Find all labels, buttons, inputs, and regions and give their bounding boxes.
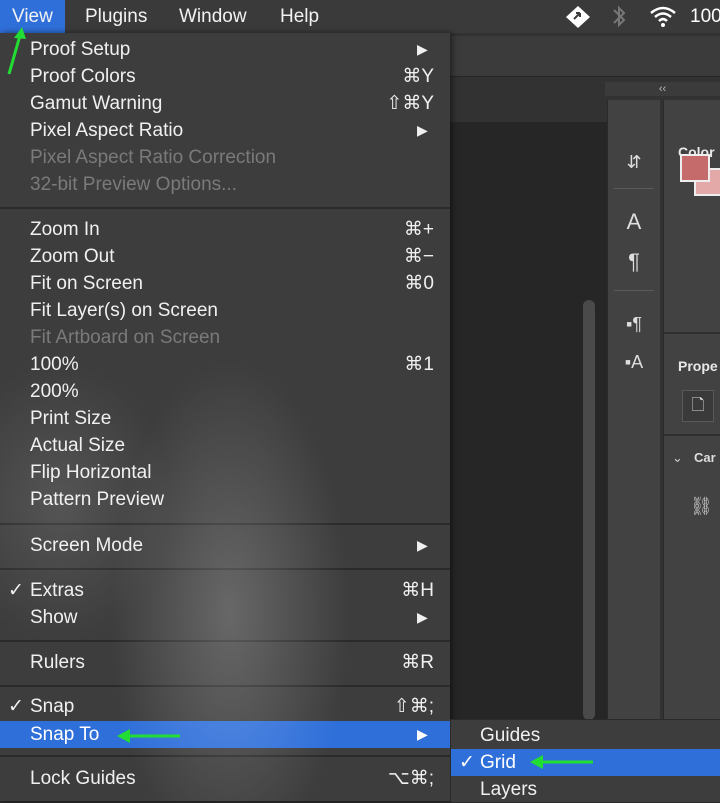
- menu-separator: [0, 685, 450, 687]
- menu-item-pattern-preview[interactable]: Pattern Preview: [0, 486, 450, 513]
- panel-icon-strip: ⇵ A ¶ ▪¶ ▪A: [607, 100, 660, 768]
- menu-bar: View Plugins Window Help 100: [0, 0, 720, 34]
- document-icon[interactable]: 🗋: [682, 390, 714, 422]
- divider: [614, 188, 654, 189]
- collapse-panels-button[interactable]: ‹‹: [605, 82, 720, 96]
- menu-item-pixel-aspect-ratio-correction: Pixel Aspect Ratio Correction: [30, 147, 277, 168]
- menu-item-100-percent[interactable]: 100% ⌘1: [0, 351, 450, 378]
- menu-item-lock-guides[interactable]: Lock Guides ⌥⌘;: [0, 765, 450, 792]
- menu-item-proof-setup[interactable]: Proof Setup ▶: [0, 36, 450, 63]
- menu-separator: [0, 755, 450, 757]
- menu-item-extras[interactable]: ✓ Extras ⌘H: [0, 577, 450, 604]
- menu-help[interactable]: Help: [268, 0, 331, 33]
- checkmark-icon: ✓: [8, 696, 24, 717]
- menu-item-print-size[interactable]: Print Size: [0, 405, 450, 432]
- document-tab-bar[interactable]: [430, 36, 720, 77]
- menu-separator: [0, 207, 450, 209]
- menu-separator: [0, 640, 450, 642]
- menu-item-snap-to[interactable]: Snap To ▶: [0, 721, 450, 748]
- link-icon[interactable]: ⛓: [690, 496, 713, 517]
- menu-item-zoom-out[interactable]: Zoom Out ⌘−: [0, 243, 450, 270]
- canvas-section-label: Car: [694, 450, 716, 465]
- menu-item-fit-layers-on-screen[interactable]: Fit Layer(s) on Screen: [0, 297, 450, 324]
- checkmark-icon: ✓: [8, 580, 24, 601]
- menu-separator: [0, 568, 450, 570]
- right-panels: Color Prope 🗋 ⌄ Car ⛓: [663, 100, 720, 768]
- bluetooth-icon[interactable]: [610, 0, 628, 33]
- menu-item-rulers[interactable]: Rulers ⌘R: [0, 649, 450, 676]
- menu-item-show[interactable]: Show ▶: [0, 604, 450, 631]
- menu-window[interactable]: Window: [167, 0, 259, 33]
- submenu-item-guides[interactable]: Guides: [451, 722, 720, 749]
- menu-plugins[interactable]: Plugins: [73, 0, 159, 33]
- character-styles-icon[interactable]: ▪A: [620, 348, 648, 376]
- arrow-pointer-icon[interactable]: [565, 0, 591, 33]
- paragraph-styles-icon[interactable]: ▪¶: [620, 310, 648, 338]
- checkmark-icon: ✓: [459, 752, 475, 773]
- menu-item-gamut-warning[interactable]: Gamut Warning ⇧⌘Y: [0, 90, 450, 117]
- menu-item-actual-size[interactable]: Actual Size: [0, 432, 450, 459]
- view-menu: Proof Setup ▶ Proof Colors ⌘Y Gamut Warnin…: [0, 33, 450, 801]
- menu-item-pixel-aspect-ratio[interactable]: Pixel Aspect Ratio ▶: [0, 117, 450, 144]
- divider: [664, 434, 720, 436]
- chevron-down-icon[interactable]: ⌄: [672, 450, 683, 466]
- menu-item-screen-mode[interactable]: Screen Mode ▶: [0, 532, 450, 559]
- annotation-arrow-snap-to: [117, 729, 180, 743]
- menu-item-proof-colors[interactable]: Proof Colors ⌘Y: [0, 63, 450, 90]
- properties-panel-title[interactable]: Prope: [678, 358, 718, 374]
- submenu-item-layers[interactable]: Layers: [451, 776, 720, 803]
- menu-item-200-percent[interactable]: 200%: [0, 378, 450, 405]
- annotation-arrow-grid: [530, 755, 593, 769]
- annotation-arrow-up: [7, 27, 26, 75]
- battery-percent[interactable]: 100: [690, 0, 720, 33]
- history-icon[interactable]: ⇵: [620, 148, 648, 176]
- menu-separator: [0, 523, 450, 525]
- menu-item-32bit-preview-options: 32-bit Preview Options...: [30, 174, 237, 195]
- menu-item-flip-horizontal[interactable]: Flip Horizontal: [0, 459, 450, 486]
- foreground-color-swatch[interactable]: [680, 154, 710, 182]
- character-icon[interactable]: A: [620, 208, 648, 236]
- menu-item-fit-on-screen[interactable]: Fit on Screen ⌘0: [0, 270, 450, 297]
- canvas-scrollbar[interactable]: [583, 300, 595, 720]
- divider: [664, 332, 720, 334]
- wifi-icon[interactable]: [648, 0, 678, 33]
- menu-item-snap[interactable]: ✓ Snap ⇧⌘;: [0, 693, 450, 720]
- divider: [614, 290, 654, 291]
- paragraph-icon[interactable]: ¶: [620, 248, 648, 276]
- menu-item-fit-artboard-on-screen: Fit Artboard on Screen: [30, 327, 221, 348]
- menu-item-zoom-in[interactable]: Zoom In ⌘+: [0, 216, 450, 243]
